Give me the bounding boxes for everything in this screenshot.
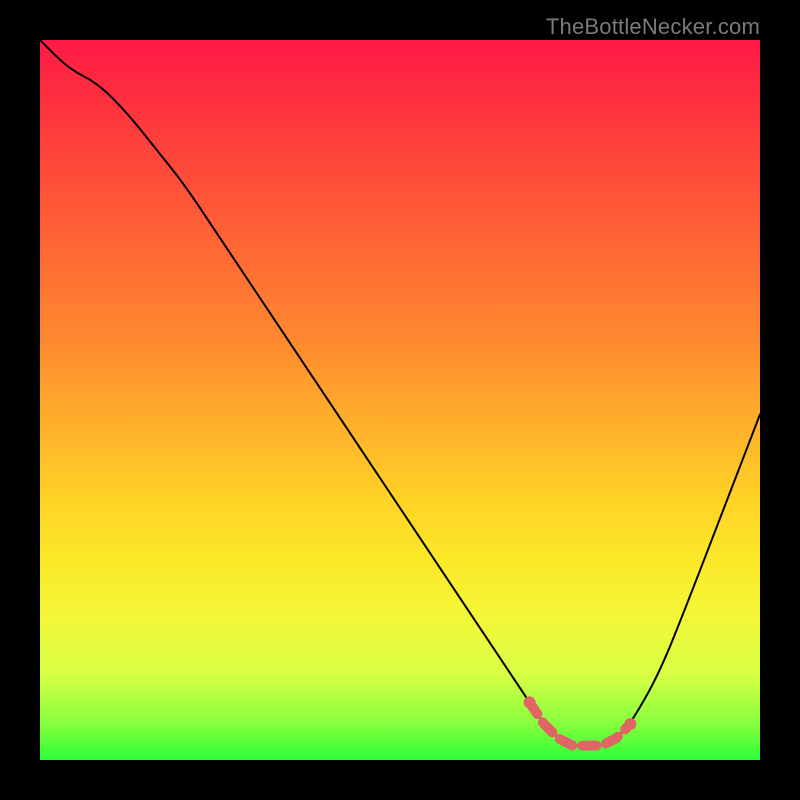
trough-end-dot-left: [524, 696, 536, 708]
trough-highlight: [530, 702, 631, 745]
plot-area: [40, 40, 760, 760]
watermark-text: TheBottleNecker.com: [546, 14, 760, 40]
trough-end-dot-right: [624, 718, 636, 730]
chart-frame: TheBottleNecker.com: [0, 0, 800, 800]
bottleneck-curve: [40, 40, 760, 746]
chart-svg: [40, 40, 760, 760]
